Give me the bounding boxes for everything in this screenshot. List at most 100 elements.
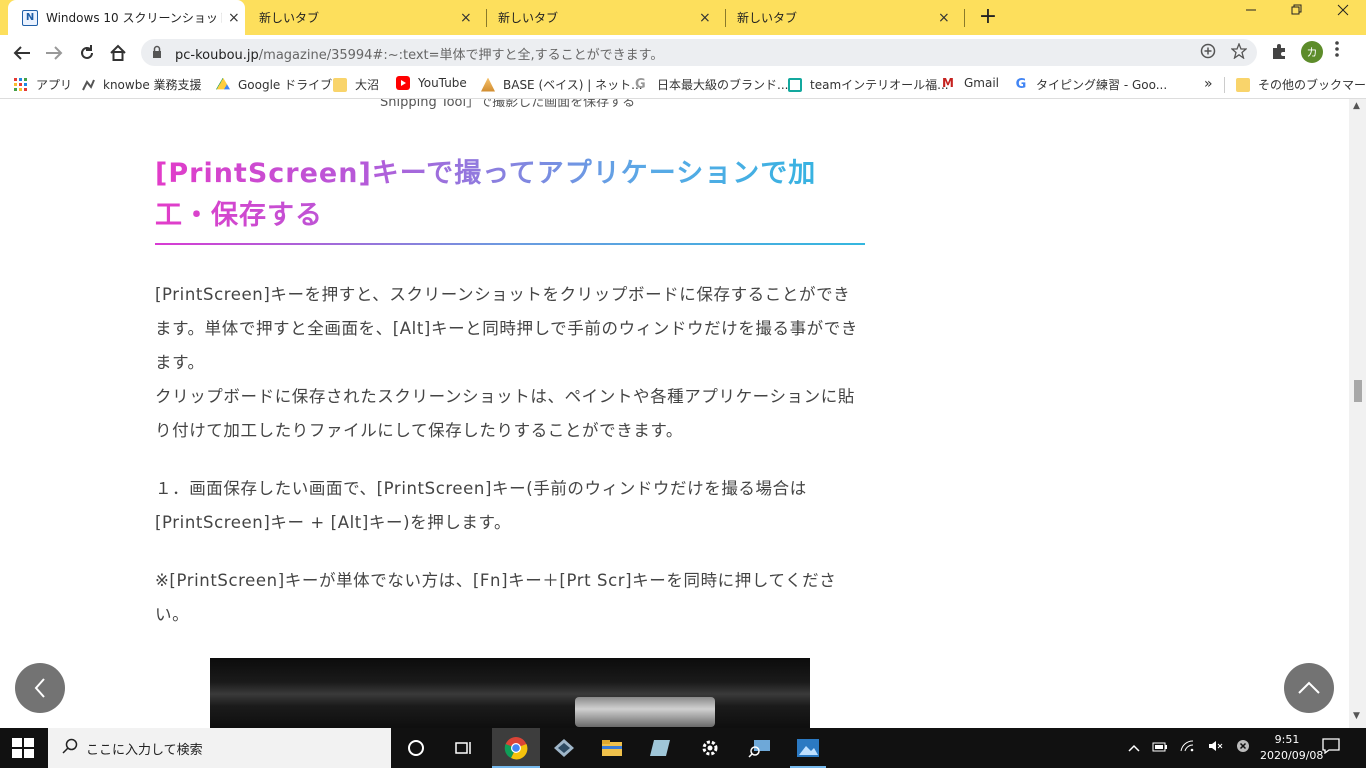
- chrome-icon: [504, 737, 528, 760]
- bookmark-team[interactable]: teamインテリオール福...: [788, 76, 949, 93]
- search-placeholder: ここに入力して検索: [86, 742, 203, 758]
- battery-icon[interactable]: [1152, 741, 1168, 756]
- home-button[interactable]: [107, 43, 129, 63]
- scroll-up-icon[interactable]: ▲: [1353, 101, 1360, 111]
- tab-new-1[interactable]: 新しいタブ ×: [259, 0, 481, 35]
- taskbar-clock[interactable]: 9:51 2020/09/08: [1260, 732, 1324, 764]
- url-text[interactable]: pc-koubou.jp/magazine/35994#:~:text=単体で押…: [175, 44, 663, 63]
- bookmark-brand[interactable]: G 日本最大級のブランド...: [635, 76, 788, 93]
- taskbar-chrome[interactable]: [492, 728, 540, 768]
- taskbar-app-2[interactable]: [544, 734, 584, 762]
- tab-new-3[interactable]: 新しいタブ ×: [737, 0, 959, 35]
- profile-avatar[interactable]: カ: [1301, 41, 1323, 63]
- bookmark-label: 日本最大級のブランド...: [657, 78, 789, 92]
- chevron-left-icon: [34, 678, 45, 698]
- chrome-menu-icon[interactable]: [1334, 40, 1340, 63]
- bookmark-label: アプリ: [36, 78, 73, 92]
- bookmark-base[interactable]: BASE (ベイス) | ネット...: [481, 76, 643, 93]
- bookmark-label: teamインテリオール福...: [810, 78, 949, 92]
- taskbar-file-explorer[interactable]: [592, 734, 632, 762]
- tab-title: Windows 10 スクリーンショットを撮る: [46, 11, 222, 25]
- clock-date: 2020/09/08: [1260, 749, 1324, 762]
- taskbar-settings[interactable]: [690, 734, 730, 762]
- paragraph-note: ※[PrintScreen]キーが単体でない方は、[Fn]キー＋[Prt Scr…: [155, 571, 837, 624]
- scroll-down-icon[interactable]: ▼: [1353, 711, 1360, 721]
- volume-muted-icon[interactable]: [1208, 740, 1224, 756]
- forward-button[interactable]: [43, 43, 65, 63]
- taskbar-search[interactable]: ここに入力して検索: [48, 728, 391, 768]
- address-bar[interactable]: pc-koubou.jp/magazine/35994#:~:text=単体で押…: [141, 39, 1257, 66]
- google-drive-icon: [216, 77, 230, 90]
- bookmarks-overflow-button[interactable]: »: [1204, 76, 1213, 92]
- cortana-button[interactable]: [396, 734, 436, 762]
- page-scrollbar[interactable]: ▲ ▼: [1349, 99, 1366, 728]
- back-arrow-icon: [13, 46, 30, 60]
- tab-separator: [486, 9, 487, 27]
- tab-title: 新しいタブ: [498, 11, 559, 25]
- bookmark-folder-onuma[interactable]: 大沼: [333, 76, 379, 93]
- tab-title: 新しいタブ: [259, 11, 320, 25]
- back-to-top-button[interactable]: [1284, 663, 1334, 713]
- bookmark-gmail[interactable]: M Gmail: [942, 76, 999, 90]
- back-button[interactable]: [11, 43, 33, 63]
- reload-button[interactable]: [76, 43, 98, 63]
- status-x-icon[interactable]: [1236, 739, 1250, 757]
- bookmark-apps[interactable]: アプリ: [14, 76, 72, 93]
- tab-close-icon[interactable]: ×: [938, 10, 950, 26]
- new-tab-button[interactable]: +: [976, 4, 1000, 29]
- add-icon[interactable]: [1200, 43, 1216, 63]
- extensions-puzzle-icon[interactable]: [1270, 42, 1288, 64]
- bookmark-star-icon[interactable]: [1230, 42, 1248, 63]
- system-tray: [1128, 728, 1262, 768]
- task-view-button[interactable]: [444, 734, 484, 762]
- minimize-button[interactable]: [1236, 4, 1266, 20]
- bookmark-label: 大沼: [355, 78, 380, 92]
- bookmark-label: BASE (ベイス) | ネット...: [503, 78, 643, 92]
- brand-icon: G: [635, 77, 646, 92]
- notification-button[interactable]: [1322, 738, 1340, 758]
- clock-time: 9:51: [1274, 733, 1300, 746]
- search-icon: [62, 738, 78, 758]
- taskbar-app-6[interactable]: [740, 734, 780, 762]
- tab-close-icon[interactable]: ×: [699, 10, 711, 26]
- tab-separator: [964, 9, 965, 27]
- folder-icon: [333, 77, 347, 92]
- bookmark-youtube[interactable]: YouTube: [396, 76, 467, 90]
- tab-close-icon[interactable]: ×: [460, 10, 472, 26]
- tray-overflow-icon[interactable]: [1128, 741, 1140, 756]
- paragraph-step-1: １．画面保存したい画面で、[PrintScreen]キー(手前のウィンドウだけを…: [155, 479, 807, 532]
- reload-icon: [81, 45, 93, 59]
- tab-separator: [725, 9, 726, 27]
- start-button[interactable]: [12, 738, 34, 758]
- wifi-icon[interactable]: [1180, 740, 1196, 756]
- tab-title: 新しいタブ: [737, 11, 798, 25]
- taskbar-app-4[interactable]: [640, 734, 680, 762]
- tab-new-2[interactable]: 新しいタブ ×: [498, 0, 720, 35]
- tab-windows10-screenshot[interactable]: N Windows 10 スクリーンショットを撮る ×: [8, 0, 245, 35]
- taskbar-photos[interactable]: [788, 734, 828, 768]
- magnifier-screen-icon: [748, 740, 770, 758]
- scrollbar-thumb[interactable]: [1354, 379, 1362, 402]
- team-icon: [788, 77, 802, 92]
- page-content: Snipping Tool」で撮影した画面を保存する [PrintScreen]…: [0, 99, 1349, 728]
- minimize-icon: [1246, 9, 1256, 11]
- bookmark-other[interactable]: その他のブックマーク: [1236, 76, 1366, 93]
- bookmark-knowbe[interactable]: knowbe 業務支援: [81, 76, 202, 93]
- screen: N Windows 10 スクリーンショットを撮る × 新しいタブ × 新しいタ…: [0, 0, 1366, 768]
- knowbe-icon: [81, 78, 95, 92]
- paragraph-intro: [PrintScreen]キーを押すと、スクリーンショットをクリップボードに保存…: [155, 285, 858, 440]
- bookmark-label: タイピング練習 - Goo...: [1036, 78, 1168, 92]
- bookmarks-bar: アプリ knowbe 業務支援 Google ドライブ 大沼 YouTube B…: [0, 71, 1366, 99]
- prev-article-button[interactable]: [15, 663, 65, 713]
- notes-icon: [650, 740, 670, 756]
- notification-icon: [1322, 738, 1340, 755]
- restore-button[interactable]: [1282, 4, 1312, 20]
- close-window-button[interactable]: [1328, 4, 1358, 20]
- bookmark-label: Gmail: [964, 76, 1000, 90]
- photos-icon: [797, 739, 819, 757]
- tab-close-icon[interactable]: ×: [228, 10, 240, 26]
- home-icon: [110, 44, 126, 61]
- bookmark-google-drive[interactable]: Google ドライブ: [216, 76, 332, 93]
- bookmark-typing[interactable]: G タイピング練習 - Goo...: [1014, 76, 1168, 93]
- google-icon: G: [1015, 77, 1027, 92]
